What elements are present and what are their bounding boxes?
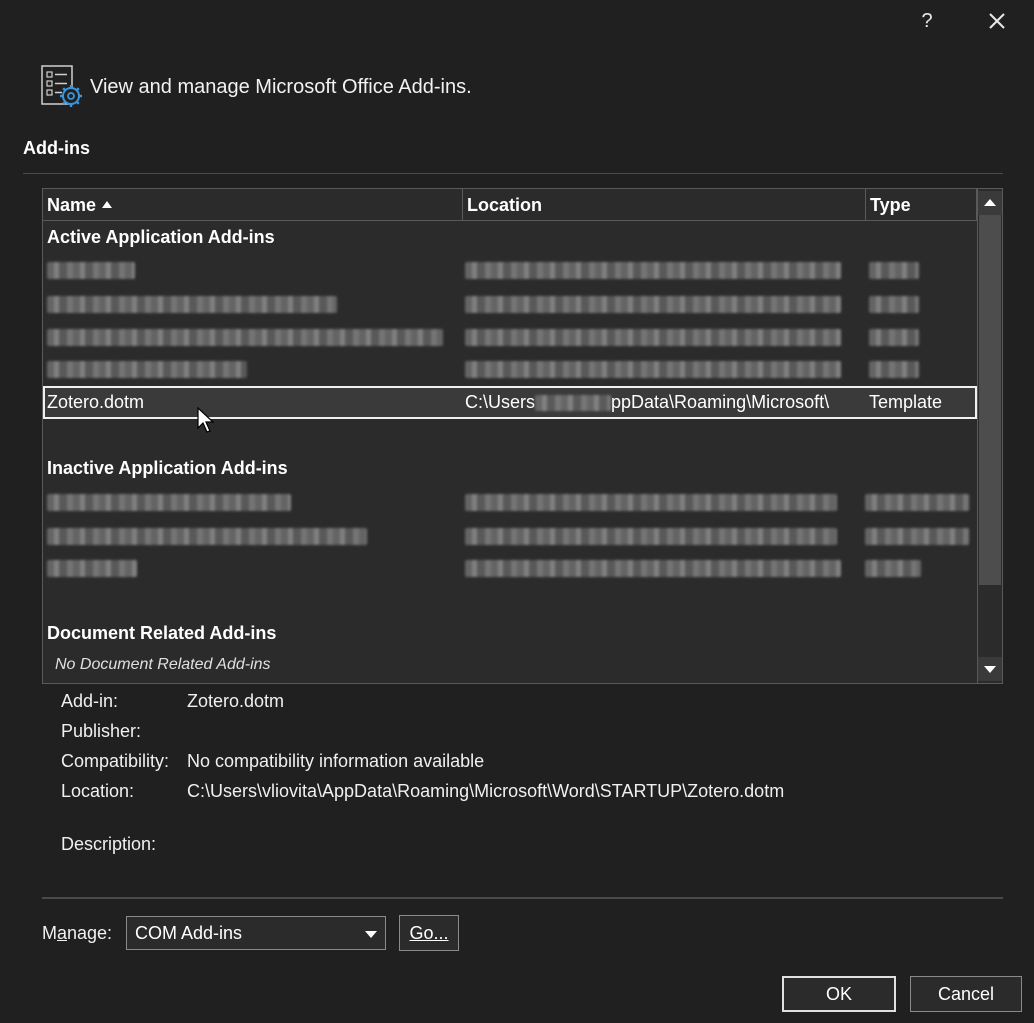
row-location-suffix: ppData\Roaming\Microsoft\ bbox=[611, 392, 830, 412]
sort-ascending-icon bbox=[102, 200, 113, 208]
detail-publisher-label: Publisher: bbox=[61, 721, 142, 741]
go-button[interactable]: Go... bbox=[399, 915, 459, 951]
group-active-label: Active Application Add-ins bbox=[47, 227, 275, 247]
row-type: Template bbox=[869, 392, 943, 412]
no-document-addins-text: No Document Related Add-ins bbox=[55, 656, 271, 673]
chevron-down-icon bbox=[365, 931, 377, 938]
manage-label-accelerator: a bbox=[57, 923, 68, 943]
close-button[interactable] bbox=[982, 6, 1012, 36]
list-scrollbar[interactable] bbox=[977, 189, 1002, 683]
go-button-label: Go... bbox=[409, 923, 449, 943]
table-row[interactable] bbox=[43, 288, 977, 321]
row-location-prefix: C:\Users bbox=[465, 392, 536, 412]
table-row[interactable] bbox=[43, 321, 977, 354]
detail-addin-label: Add-in: bbox=[61, 691, 119, 711]
column-header-name-label: Name bbox=[47, 195, 97, 215]
bottom-divider bbox=[42, 897, 1003, 899]
table-row[interactable] bbox=[43, 353, 977, 386]
group-inactive-label: Inactive Application Add-ins bbox=[47, 458, 288, 478]
help-button[interactable]: ? bbox=[912, 6, 942, 36]
section-divider bbox=[23, 173, 1003, 174]
close-icon bbox=[989, 13, 1005, 29]
table-row[interactable] bbox=[43, 254, 977, 287]
detail-addin-value: Zotero.dotm bbox=[187, 691, 285, 711]
table-row[interactable] bbox=[43, 520, 977, 553]
manage-label-post: nage: bbox=[67, 923, 113, 943]
manage-label-pre: M bbox=[42, 923, 57, 943]
addins-list[interactable]: Name Location Type Active Application Ad… bbox=[42, 188, 1003, 684]
manage-dropdown[interactable]: COM Add-ins bbox=[126, 916, 386, 950]
table-row-selected[interactable]: Zotero.dotm C:\Users ppData\Roaming\Micro… bbox=[43, 386, 977, 419]
manage-dropdown-value: COM Add-ins bbox=[135, 923, 243, 943]
group-document-label: Document Related Add-ins bbox=[47, 623, 277, 643]
column-header-location[interactable]: Location bbox=[463, 189, 866, 221]
dialog-title: View and manage Microsoft Office Add-ins… bbox=[90, 76, 472, 98]
scroll-down-arrow-icon[interactable] bbox=[978, 657, 1002, 681]
manage-label: Manage: bbox=[42, 923, 112, 944]
mouse-pointer-icon bbox=[197, 407, 215, 433]
scroll-up-arrow-icon[interactable] bbox=[978, 191, 1002, 215]
row-location: C:\Users ppData\Roaming\Microsoft\ bbox=[465, 392, 829, 413]
detail-location-label: Location: bbox=[61, 781, 135, 801]
detail-compatibility-label: Compatibility: bbox=[61, 751, 170, 771]
addins-manage-icon bbox=[40, 64, 86, 110]
table-row[interactable] bbox=[43, 486, 977, 519]
detail-location-value: C:\Users\vliovita\AppData\Roaming\Micros… bbox=[187, 781, 785, 801]
detail-description-label: Description: bbox=[61, 834, 157, 854]
column-header-type[interactable]: Type bbox=[866, 189, 977, 221]
row-name: Zotero.dotm bbox=[47, 392, 145, 412]
scrollbar-thumb[interactable] bbox=[979, 215, 1001, 585]
redacted-username bbox=[535, 395, 612, 411]
column-header-name[interactable]: Name bbox=[43, 189, 463, 221]
addins-section-label: Add-ins bbox=[23, 138, 90, 158]
ok-button[interactable]: OK bbox=[782, 976, 896, 1012]
table-row[interactable] bbox=[43, 552, 977, 585]
detail-compatibility-value: No compatibility information available bbox=[187, 751, 485, 771]
cancel-button[interactable]: Cancel bbox=[910, 976, 1022, 1012]
